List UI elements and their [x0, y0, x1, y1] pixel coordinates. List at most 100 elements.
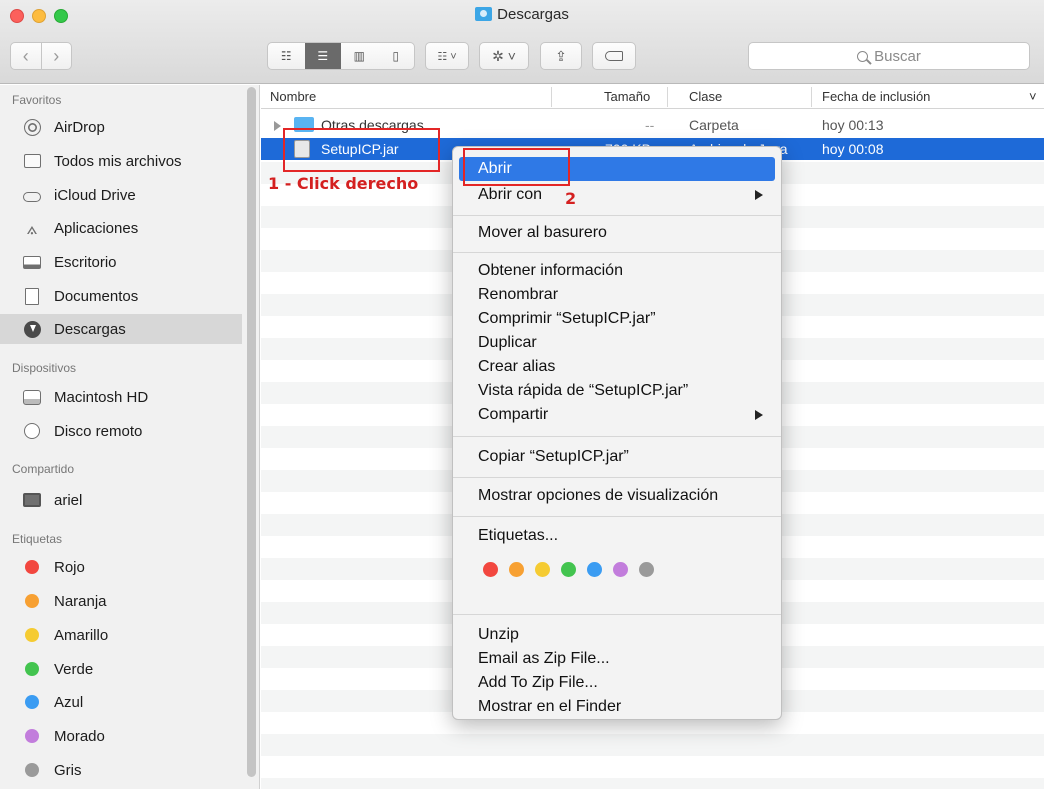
sidebar-item-label: Naranja — [54, 592, 107, 610]
list-view-button[interactable]: ☰ — [304, 43, 341, 69]
column-header-kind[interactable]: Clase — [689, 89, 722, 104]
sidebar-item-applications[interactable]: ⟑ Aplicaciones — [0, 213, 242, 243]
sidebar-item-label: Escritorio — [54, 253, 117, 271]
sidebar-scrollbar[interactable] — [247, 87, 256, 777]
annotation-step1: 1 - Click derecho — [268, 174, 419, 193]
sidebar-tag-blue[interactable]: Azul — [0, 687, 242, 717]
menu-item-get-info[interactable]: Obtener información — [453, 259, 781, 283]
sidebar-section-devices: Dispositivos — [12, 361, 77, 375]
menu-item-tags[interactable]: Etiquetas... — [453, 524, 781, 548]
tag-color-dot — [22, 761, 42, 779]
search-field[interactable]: Buscar — [748, 42, 1030, 70]
tag-yellow-dot[interactable] — [535, 562, 550, 577]
tag-red-dot[interactable] — [483, 562, 498, 577]
menu-item-view-options[interactable]: Mostrar opciones de visualización — [453, 484, 781, 508]
forward-button[interactable]: › — [40, 43, 72, 69]
sidebar-section-tags: Etiquetas — [12, 532, 63, 546]
search-icon — [857, 50, 869, 62]
arrange-button[interactable]: ☷ ˅ — [425, 42, 469, 70]
tag-gray-dot[interactable] — [639, 562, 654, 577]
airdrop-icon — [22, 118, 42, 136]
annotation-box-open — [463, 148, 570, 186]
tag-blue-dot[interactable] — [587, 562, 602, 577]
hard-drive-icon — [22, 388, 42, 406]
tag-color-dot — [22, 592, 42, 610]
sidebar-item-documents[interactable]: Documentos — [0, 281, 242, 311]
sidebar-item-label: Documentos — [54, 287, 139, 305]
menu-item-duplicate[interactable]: Duplicar — [453, 331, 781, 355]
menu-tag-colors — [483, 562, 654, 577]
view-mode-buttons: ☷ ☰ ▥ ▯ — [267, 42, 415, 70]
sidebar-item-icloud-drive[interactable]: iCloud Drive — [0, 180, 242, 210]
menu-item-open-with[interactable]: Abrir con — [453, 183, 781, 207]
sidebar-item-label: Azul — [54, 693, 84, 711]
sidebar-tag-orange[interactable]: Naranja — [0, 586, 242, 616]
column-header-name[interactable]: Nombre — [270, 89, 316, 104]
menu-item-label: Abrir con — [478, 186, 543, 203]
share-button[interactable]: ⇪ — [540, 42, 582, 70]
action-gear-button[interactable]: ✲ ˅ — [479, 42, 529, 70]
sidebar-item-label: Todos mis archivos — [54, 152, 182, 170]
sidebar-item-airdrop[interactable]: AirDrop — [0, 112, 242, 142]
sidebar-tag-gray[interactable]: Gris — [0, 755, 242, 785]
column-header-size[interactable]: Tamaño — [604, 89, 650, 104]
downloads-icon — [22, 320, 42, 338]
sidebar-section-shared: Compartido — [12, 462, 75, 476]
window-title: Descargas — [0, 6, 1044, 23]
menu-item-quick-look[interactable]: Vista rápida de “SetupICP.jar” — [453, 379, 781, 403]
sidebar-item-downloads[interactable]: Descargas — [0, 314, 242, 344]
back-button[interactable]: ‹ — [11, 43, 41, 69]
tag-green-dot[interactable] — [561, 562, 576, 577]
sidebar-item-label: Descargas — [54, 320, 126, 338]
sidebar-item-macintosh-hd[interactable]: Macintosh HD — [0, 382, 242, 412]
column-header-date[interactable]: Fecha de inclusión — [822, 89, 930, 104]
window-title-text: Descargas — [497, 6, 569, 23]
search-placeholder: Buscar — [874, 47, 921, 65]
tag-orange-dot[interactable] — [509, 562, 524, 577]
sidebar-item-label: Rojo — [54, 558, 85, 576]
submenu-arrow-icon — [755, 190, 763, 200]
sidebar-item-label: Amarillo — [54, 626, 109, 644]
sidebar-tag-yellow[interactable]: Amarillo — [0, 620, 242, 650]
icon-view-button[interactable]: ☷ — [268, 43, 305, 69]
column-view-button[interactable]: ▥ — [341, 43, 378, 69]
sidebar-item-ariel[interactable]: ariel — [0, 485, 242, 515]
tag-color-dot — [22, 693, 42, 711]
menu-item-unzip[interactable]: Unzip — [453, 623, 781, 647]
sidebar-item-label: AirDrop — [54, 118, 105, 136]
menu-item-move-to-trash[interactable]: Mover al basurero — [453, 221, 781, 245]
tag-purple-dot[interactable] — [613, 562, 628, 577]
menu-item-make-alias[interactable]: Crear alias — [453, 355, 781, 379]
sidebar-item-desktop[interactable]: Escritorio — [0, 247, 242, 277]
sidebar-tag-red[interactable]: Rojo — [0, 552, 242, 582]
menu-item-rename[interactable]: Renombrar — [453, 283, 781, 307]
column-headers: Nombre Tamaño Clase Fecha de inclusión ˅ — [261, 85, 1044, 109]
file-kind: Carpeta — [689, 117, 739, 133]
tag-color-dot — [22, 558, 42, 576]
menu-item-copy[interactable]: Copiar “SetupICP.jar” — [453, 445, 781, 469]
all-files-icon — [22, 152, 42, 170]
tag-color-dot — [22, 660, 42, 678]
coverflow-view-button[interactable]: ▯ — [378, 43, 415, 69]
sidebar-item-label: Verde — [54, 660, 94, 678]
disclosure-triangle-icon[interactable] — [274, 121, 281, 131]
menu-item-email-zip[interactable]: Email as Zip File... — [453, 647, 781, 671]
sidebar-item-label: Gris — [54, 761, 82, 779]
tag-color-dot — [22, 626, 42, 644]
sidebar-item-all-files[interactable]: Todos mis archivos — [0, 146, 242, 176]
menu-item-add-zip[interactable]: Add To Zip File... — [453, 671, 781, 695]
sort-chevron-icon[interactable]: ˅ — [1029, 89, 1037, 104]
edit-tags-button[interactable] — [592, 42, 636, 70]
menu-item-show-in-finder[interactable]: Mostrar en el Finder — [453, 695, 781, 719]
file-date: hoy 00:13 — [822, 117, 884, 133]
sidebar-item-remote-disc[interactable]: Disco remoto — [0, 416, 242, 446]
tag-color-dot — [22, 727, 42, 745]
file-size: -- — [645, 117, 655, 133]
sidebar-tag-purple[interactable]: Morado — [0, 721, 242, 751]
navigation-buttons: ‹ › — [10, 42, 72, 70]
menu-item-share[interactable]: Compartir — [453, 403, 781, 427]
sidebar-item-label: Disco remoto — [54, 422, 143, 440]
sidebar-tag-green[interactable]: Verde — [0, 654, 242, 684]
menu-item-compress[interactable]: Comprimir “SetupICP.jar” — [453, 307, 781, 331]
sidebar-item-label: Aplicaciones — [54, 219, 139, 237]
